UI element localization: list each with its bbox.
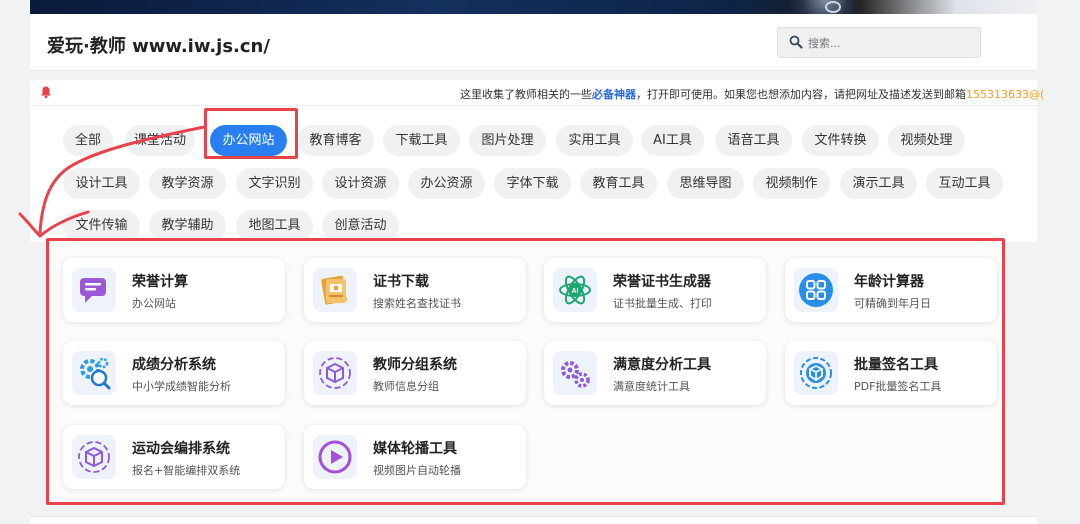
category-pill[interactable]: 全部 bbox=[63, 125, 113, 156]
category-pill[interactable]: 思维导图 bbox=[667, 168, 744, 199]
tool-card[interactable]: 运动会编排系统 报名+智能编排双系统 bbox=[63, 425, 285, 489]
play-circle-icon bbox=[313, 435, 357, 479]
category-pill[interactable]: AI工具 bbox=[641, 125, 704, 156]
search-box[interactable] bbox=[777, 27, 981, 58]
tool-card[interactable]: 满意度分析工具 满意度统计工具 bbox=[544, 341, 766, 405]
tool-description: 视频图片自动轮播 bbox=[373, 464, 461, 477]
tool-card[interactable]: 教师分组系统 教师信息分组 bbox=[304, 341, 526, 405]
tool-description: 中小学成绩智能分析 bbox=[132, 380, 231, 393]
category-pill[interactable]: 视频制作 bbox=[753, 168, 830, 199]
tool-card[interactable]: 荣誉计算 办公网站 bbox=[63, 258, 285, 322]
chat-bubble-icon bbox=[72, 268, 116, 312]
category-pill[interactable]: 课堂活动 bbox=[125, 125, 195, 156]
notice-text-after: ，打开即可使用。如果您也想添加内容，请把网址及描述发送到邮箱 bbox=[636, 88, 966, 101]
grid-apps-icon bbox=[794, 268, 838, 312]
search-input[interactable] bbox=[808, 33, 973, 53]
notice-text-before: 这里收集了教师相关的一些 bbox=[460, 88, 592, 101]
top-banner bbox=[30, 0, 1037, 14]
tool-card[interactable]: 证书下载搜索姓名查找证书 bbox=[304, 258, 526, 322]
tool-name: 荣誉证书生成器 bbox=[613, 274, 711, 290]
tool-description: 满意度统计工具 bbox=[613, 380, 690, 393]
category-pill[interactable]: 图片处理 bbox=[469, 125, 546, 156]
category-pill[interactable]: 实用工具 bbox=[556, 125, 633, 156]
tool-description: 搜索姓名查找证书 bbox=[373, 297, 461, 310]
banner-ring bbox=[825, 1, 841, 13]
tool-name: 成绩分析系统 bbox=[132, 357, 216, 373]
category-pill[interactable]: 创意活动 bbox=[322, 210, 399, 241]
category-pill[interactable]: 办公资源 bbox=[408, 168, 485, 199]
ai-atom-icon: AI bbox=[553, 268, 597, 312]
category-pill[interactable]: 设计工具 bbox=[63, 168, 140, 199]
category-pill[interactable]: 地图工具 bbox=[236, 210, 313, 241]
notice-text: 这里收集了教师相关的一些必备神器，打开即可使用。如果您也想添加内容，请把网址及描… bbox=[460, 86, 1044, 102]
category-pill[interactable]: 教育工具 bbox=[580, 168, 657, 199]
search-icon bbox=[789, 35, 803, 49]
tool-description: 证书批量生成、打印 bbox=[613, 297, 712, 310]
tool-name: 运动会编排系统 bbox=[132, 441, 230, 457]
notice-email[interactable]: 155313633@( bbox=[966, 88, 1044, 101]
tool-description: 办公网站 bbox=[132, 297, 176, 310]
tool-card[interactable]: 批量签名工具 PDF批量签名工具 bbox=[785, 341, 997, 405]
svg-text:AI: AI bbox=[572, 288, 579, 295]
annotation-highlight-box bbox=[204, 108, 298, 159]
gear-search-icon bbox=[72, 351, 116, 395]
category-pill[interactable]: 文件传输 bbox=[63, 210, 140, 241]
tool-card[interactable]: AI 荣誉证书生成器 证书批量生成、打印 bbox=[544, 258, 766, 322]
category-pill[interactable]: 字体下载 bbox=[494, 168, 571, 199]
tool-name: 年龄计算器 bbox=[854, 274, 924, 290]
cube-badge-icon bbox=[794, 351, 838, 395]
tool-name: 证书下载 bbox=[373, 274, 429, 290]
site-header: 爱玩·教师 www.iw.js.cn/ bbox=[30, 14, 1037, 71]
certificate-icon bbox=[313, 268, 357, 312]
category-pill[interactable]: 教育博客 bbox=[297, 125, 374, 156]
notice-bar: 这里收集了教师相关的一些必备神器，打开即可使用。如果您也想添加内容，请把网址及描… bbox=[30, 80, 1044, 106]
category-pill[interactable]: 教学辅助 bbox=[149, 210, 226, 241]
tool-card[interactable]: 媒体轮播工具 视频图片自动轮播 bbox=[304, 425, 526, 489]
tool-description: 教师信息分组 bbox=[373, 380, 439, 393]
category-pill[interactable]: 教学资源 bbox=[149, 168, 226, 199]
category-pill[interactable]: 设计资源 bbox=[322, 168, 399, 199]
tool-description: 可精确到年月日 bbox=[854, 297, 931, 310]
category-pill[interactable]: 文字识别 bbox=[236, 168, 313, 199]
category-pill[interactable]: 文件转换 bbox=[802, 125, 879, 156]
tool-card[interactable]: 成绩分析系统中小学成绩智能分析 bbox=[63, 341, 285, 405]
tool-description: 报名+智能编排双系统 bbox=[132, 464, 241, 477]
tool-name: 批量签名工具 bbox=[854, 357, 938, 373]
footer-strip bbox=[30, 516, 1037, 524]
category-pill[interactable]: 语音工具 bbox=[715, 125, 792, 156]
cube-cycle-icon bbox=[72, 435, 116, 479]
gears-icon bbox=[553, 351, 597, 395]
site-title[interactable]: 爱玩·教师 www.iw.js.cn/ bbox=[47, 32, 270, 58]
tool-name: 满意度分析工具 bbox=[613, 357, 711, 373]
tool-description: PDF批量签名工具 bbox=[854, 380, 942, 393]
category-pill[interactable]: 下载工具 bbox=[383, 125, 460, 156]
category-pill[interactable]: 演示工具 bbox=[840, 168, 917, 199]
category-pill[interactable]: 互动工具 bbox=[926, 168, 1003, 199]
tool-name: 媒体轮播工具 bbox=[373, 441, 457, 457]
bell-icon bbox=[41, 86, 51, 99]
notice-emphasis: 必备神器 bbox=[592, 88, 636, 101]
category-pill[interactable]: 视频处理 bbox=[888, 125, 965, 156]
tool-card[interactable]: 年龄计算器可精确到年月日 bbox=[785, 258, 997, 322]
tool-name: 教师分组系统 bbox=[373, 357, 457, 373]
tool-name: 荣誉计算 bbox=[132, 274, 188, 290]
cube-cycle-icon bbox=[313, 351, 357, 395]
